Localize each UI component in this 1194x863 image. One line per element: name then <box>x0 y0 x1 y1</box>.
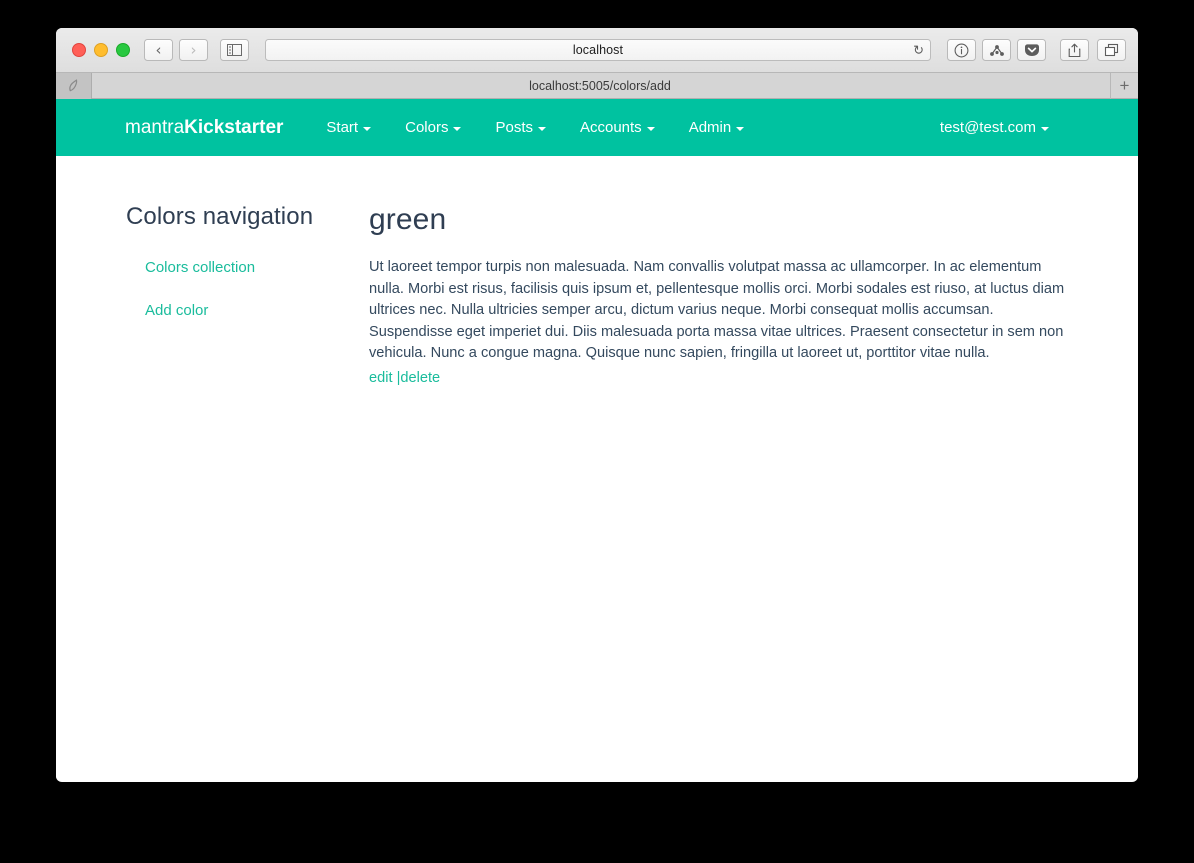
colors-sidebar: Colors navigation Colors collection Add … <box>56 203 369 389</box>
navbar-menu: Start Colors Posts Accounts Admin <box>309 119 761 136</box>
nav-item-label: Accounts <box>579 119 642 136</box>
address-bar[interactable]: localhost ↻ <box>265 39 931 61</box>
chevron-down-icon <box>537 126 546 131</box>
share-icon <box>1068 43 1081 57</box>
page-content: Colors navigation Colors collection Add … <box>56 156 1138 389</box>
site-navbar: mantraKickstarter Start Colors Posts Acc… <box>56 99 1138 156</box>
new-tab-button[interactable]: + <box>1110 73 1138 99</box>
nav-item-colors[interactable]: Colors <box>388 119 478 136</box>
edit-link[interactable]: edit <box>369 370 393 386</box>
user-menu[interactable]: test@test.com <box>923 119 1066 136</box>
zoom-window-button[interactable] <box>116 43 130 57</box>
page-title: green <box>369 203 447 236</box>
bookmarks-bar: localhost:5005/colors/add + <box>56 72 1138 99</box>
chevron-down-icon <box>1041 126 1049 131</box>
pocket-button[interactable] <box>1017 39 1046 61</box>
toolbar-extensions <box>947 39 1046 61</box>
browser-window: ‹ › localhost ↻ localhost:5005/colors/ad… <box>56 28 1138 782</box>
nav-item-posts[interactable]: Posts <box>478 119 563 136</box>
nav-item-start[interactable]: Start <box>309 119 388 136</box>
share-extension-icon <box>989 44 1004 56</box>
tabs-button[interactable] <box>1097 39 1126 61</box>
back-button[interactable]: ‹ <box>144 39 173 61</box>
chevron-down-icon <box>453 126 462 131</box>
address-text: localhost <box>572 43 624 57</box>
leaf-icon <box>69 78 78 91</box>
chevron-down-icon <box>736 126 745 131</box>
chevron-right-icon: › <box>190 40 197 59</box>
browser-toolbar: ‹ › localhost ↻ <box>56 28 1138 73</box>
sidebar-link-colors-collection[interactable]: Colors collection <box>145 259 369 276</box>
nav-item-accounts[interactable]: Accounts <box>563 119 672 136</box>
window-controls <box>72 43 130 57</box>
forward-button[interactable]: › <box>179 39 208 61</box>
sidebar-link-add-color[interactable]: Add color <box>145 302 369 319</box>
nav-item-label: Posts <box>495 119 533 136</box>
color-description: Ut laoreet tempor turpis non malesuada. … <box>369 259 1065 361</box>
sidebar-toggle-button[interactable] <box>220 39 249 61</box>
info-icon <box>954 43 969 57</box>
share-extension-button[interactable] <box>982 39 1011 61</box>
sidebar-title: Colors navigation <box>126 203 314 230</box>
color-detail: green Ut laoreet tempor turpis non males… <box>369 203 1138 389</box>
chevron-left-icon: ‹ <box>155 40 162 59</box>
sidebar-icon <box>227 44 242 56</box>
user-menu-label: test@test.com <box>939 119 1036 136</box>
brand-logo[interactable]: mantraKickstarter <box>125 117 283 139</box>
chevron-down-icon <box>363 126 372 131</box>
info-button[interactable] <box>947 39 976 61</box>
record-actions: edit |delete <box>369 368 1076 390</box>
brand-bold-text: Kickstarter <box>184 116 284 138</box>
favorites-button[interactable] <box>56 72 92 99</box>
nav-item-label: Start <box>326 119 359 136</box>
delete-link[interactable]: delete <box>400 370 440 386</box>
brand-light-text: mantra <box>125 116 185 138</box>
nav-item-label: Admin <box>688 119 732 136</box>
nav-item-admin[interactable]: Admin <box>672 119 762 136</box>
chevron-down-icon <box>646 126 655 131</box>
reload-icon[interactable]: ↻ <box>913 44 924 57</box>
close-window-button[interactable] <box>72 43 86 57</box>
pocket-icon <box>1024 44 1039 56</box>
tabs-icon <box>1104 43 1119 57</box>
navigation-buttons: ‹ › <box>144 39 208 61</box>
nav-item-label: Colors <box>405 119 449 136</box>
share-button[interactable] <box>1060 39 1089 61</box>
page-viewport: mantraKickstarter Start Colors Posts Acc… <box>56 99 1138 781</box>
bookmark-title[interactable]: localhost:5005/colors/add <box>92 79 1138 93</box>
minimize-window-button[interactable] <box>94 43 108 57</box>
toolbar-right-buttons <box>1060 39 1126 61</box>
